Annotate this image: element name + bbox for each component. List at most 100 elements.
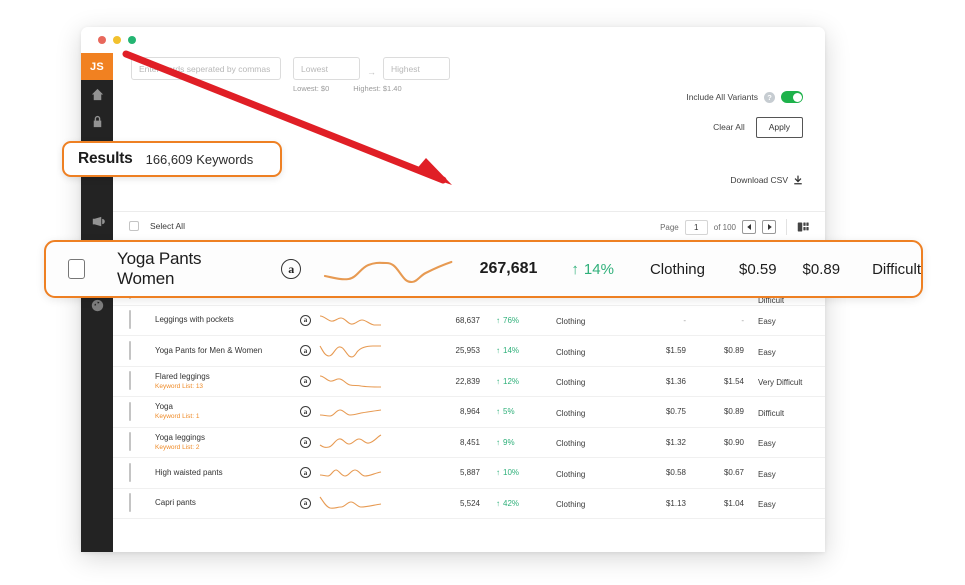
trend-cell: ↑ 10% xyxy=(480,468,556,477)
search-trend-cell: a xyxy=(300,434,392,450)
search-volume-value: 25,953 xyxy=(455,346,480,356)
table-row[interactable]: Yoga leggings Keyword List: 2 a 8,451 ↑ 9% Clo… xyxy=(113,427,825,458)
category-cell: Clothing xyxy=(556,464,626,482)
next-page-button[interactable] xyxy=(762,220,776,234)
row-checkbox[interactable] xyxy=(129,493,131,513)
search-trend-cell: a xyxy=(300,312,392,328)
ease-to-rank-value: Very Difficult xyxy=(758,378,803,388)
keyword-name: Yoga Pants for Men & Women xyxy=(155,345,263,355)
keyword-cell: Yoga Pants for Men & Women xyxy=(155,346,300,356)
results-title: Results xyxy=(78,150,133,167)
amazon-icon: a xyxy=(300,436,311,448)
featured-search-volume: 267,681 xyxy=(479,260,538,277)
keywords-input[interactable]: Enter words seperated by commas xyxy=(131,57,281,80)
help-icon[interactable]: ? xyxy=(764,91,775,103)
keyword-name: Yoga xyxy=(155,402,173,412)
featured-row-checkbox[interactable] xyxy=(68,259,85,279)
select-all-checkbox[interactable] xyxy=(129,221,139,231)
search-volume-value: 8,964 xyxy=(459,407,480,417)
category-value: Clothing xyxy=(556,439,586,449)
sidebar: JS xyxy=(81,53,113,552)
ease-to-rank-value: Easy xyxy=(758,500,776,510)
trend-value: ↑ 10% xyxy=(496,468,520,478)
ppc-broad-cell: - xyxy=(686,316,744,325)
clear-all-button[interactable]: Clear All xyxy=(713,122,745,132)
include-all-variants-toggle[interactable] xyxy=(781,91,803,103)
category-cell: Clothing xyxy=(556,372,626,390)
support-icon[interactable] xyxy=(81,299,113,312)
row-checkbox[interactable] xyxy=(129,432,131,452)
row-checkbox[interactable] xyxy=(129,401,131,421)
table-row[interactable]: Flared leggings Keyword List: 13 a 22,839 ↑ 1… xyxy=(113,366,825,397)
download-csv-button[interactable]: Download CSV xyxy=(730,175,803,185)
minimize-button[interactable] xyxy=(113,36,121,44)
download-csv-label: Download CSV xyxy=(730,175,788,185)
lock-icon[interactable] xyxy=(90,114,105,129)
ppc-exact-cell: $1.32 xyxy=(626,438,686,447)
keyword-list-label: Keyword List: 2 xyxy=(155,443,200,451)
lowest-input[interactable]: Lowest xyxy=(293,57,360,80)
row-checkbox[interactable] xyxy=(129,462,131,482)
row-checkbox-cell xyxy=(129,340,155,360)
featured-keyword-row[interactable]: Yoga Pants Women a 267,681 ↑ 14% Clothin… xyxy=(44,240,923,298)
ease-to-rank-value: Easy xyxy=(758,347,776,357)
row-checkbox[interactable] xyxy=(129,310,131,330)
chevron-left-icon xyxy=(746,224,751,230)
row-checkbox-cell xyxy=(129,310,155,330)
table-row[interactable]: High waisted pants a 5,887 ↑ 10% Clothing $0.5… xyxy=(113,458,825,489)
table-row[interactable]: Capri pants a 5,524 ↑ 42% Clothing $1.13 $1.04 E… xyxy=(113,488,825,519)
search-trend-cell: a xyxy=(300,465,392,481)
ease-to-rank-value: Difficult xyxy=(758,408,785,418)
category-cell: Clothing xyxy=(556,311,626,329)
table-row[interactable]: Yoga Keyword List: 1 a 8,964 ↑ 5% Clothing $0.7… xyxy=(113,397,825,428)
sparkline xyxy=(319,496,382,510)
trend-cell: ↑ 76% xyxy=(480,316,556,325)
close-button[interactable] xyxy=(98,36,106,44)
amazon-icon: a xyxy=(300,467,311,479)
row-checkbox[interactable] xyxy=(129,340,131,360)
table-row[interactable]: Yoga Pants for Men & Women a 25,953 ↑ 14% Clo… xyxy=(113,336,825,367)
page-input[interactable]: 1 xyxy=(684,219,708,235)
search-volume-cell: 68,637 xyxy=(392,316,480,325)
sparkline xyxy=(319,409,382,417)
megaphone-icon[interactable] xyxy=(90,214,105,229)
highest-input[interactable]: Highest xyxy=(383,57,450,80)
download-icon xyxy=(794,175,802,185)
category-value: Clothing xyxy=(556,408,586,418)
ease-to-rank-cell: Very Difficult xyxy=(744,372,809,390)
trend-cell: ↑ 42% xyxy=(480,499,556,508)
ppc-exact-value: $1.32 xyxy=(665,437,686,447)
sparkline xyxy=(319,315,381,326)
trend-up-icon: ↑ xyxy=(496,498,500,508)
ppc-broad-cell: $0.89 xyxy=(686,346,744,355)
app-logo[interactable]: JS xyxy=(81,53,113,80)
maximize-button[interactable] xyxy=(128,36,136,44)
keyword-cell: Yoga leggings Keyword List: 2 xyxy=(155,433,300,452)
table-row[interactable]: Leggings with pockets a 68,637 ↑ 76% Clothing… xyxy=(113,305,825,336)
ease-to-rank-value: Easy xyxy=(758,439,776,449)
ppc-exact-cell: $0.58 xyxy=(626,468,686,477)
traffic-lights xyxy=(98,36,136,44)
ease-to-rank-value: Easy xyxy=(758,469,776,479)
apply-button[interactable]: Apply xyxy=(755,117,803,138)
window-titlebar xyxy=(81,27,825,53)
home-icon[interactable] xyxy=(90,87,105,102)
page-label: Page xyxy=(660,222,679,232)
ppc-exact-cell: $1.36 xyxy=(626,377,686,386)
ppc-exact-value: $0.75 xyxy=(665,407,686,417)
prev-page-button[interactable] xyxy=(742,220,756,234)
ppc-broad-value: $0.67 xyxy=(723,468,744,478)
row-checkbox-cell xyxy=(129,462,155,482)
search-volume-value: 5,524 xyxy=(459,498,480,508)
search-volume-value: 22,839 xyxy=(455,376,480,386)
column-settings-icon[interactable] xyxy=(797,221,809,233)
filter-inputs: Enter words seperated by commas Lowest →… xyxy=(131,57,450,93)
toolbar-divider xyxy=(786,219,787,235)
row-checkbox[interactable] xyxy=(129,371,131,391)
featured-category: Clothing xyxy=(649,260,705,278)
ppc-exact-cell: $1.13 xyxy=(626,499,686,508)
search-volume-cell: 22,839 xyxy=(392,377,480,386)
row-checkbox-cell xyxy=(129,401,155,421)
search-volume-value: 68,637 xyxy=(455,315,480,325)
keyword-list-label: Keyword List: 13 xyxy=(155,382,204,390)
